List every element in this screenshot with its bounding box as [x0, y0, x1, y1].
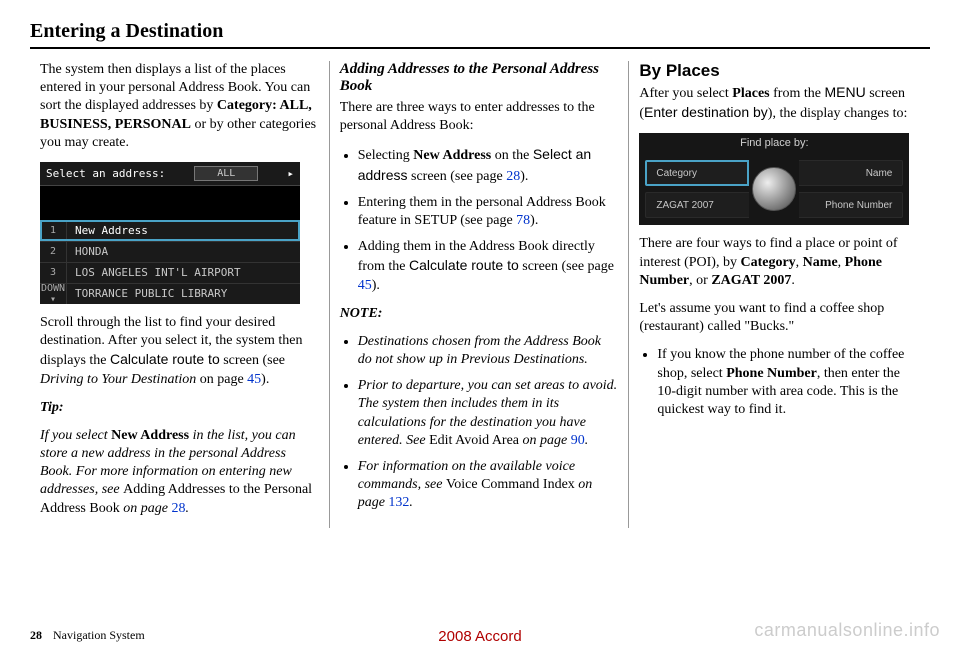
find-place-title: Find place by: — [639, 133, 909, 159]
find-place-screenshot: Find place by: Category Name ZAGAT 2007 … — [639, 133, 909, 225]
col3-p3: Let's assume you want to find a coffee s… — [639, 300, 919, 336]
list-row-3: 3 LOS ANGELES INT'L AIRPORT — [40, 262, 300, 283]
t: from the — [770, 86, 825, 101]
t: . — [185, 501, 189, 516]
t: Calculate route to — [110, 351, 220, 367]
col2-intro: There are three ways to enter addresses … — [340, 99, 619, 135]
t: ). — [261, 372, 269, 387]
col2-bullet-1: Selecting New Address on the Select an a… — [358, 145, 619, 185]
row-label: HONDA — [67, 245, 108, 258]
col3-p1: After you select Places from the MENU sc… — [639, 83, 919, 123]
t: Category — [740, 255, 795, 270]
t: on the — [491, 148, 533, 163]
t: screen (see page — [519, 259, 614, 274]
note-label: NOTE: — [340, 305, 619, 323]
col3-heading: By Places — [639, 61, 919, 81]
page-link[interactable]: 90 — [571, 433, 585, 448]
list-row-2: 2 HONDA — [40, 241, 300, 262]
row-num: 1 — [40, 221, 67, 241]
t: Entering them in the personal Address Bo… — [358, 195, 606, 228]
section-label: Navigation System — [53, 628, 145, 642]
watermark: carmanualsonline.info — [754, 620, 940, 641]
col3-bullet-1: If you know the phone number of the coff… — [657, 346, 919, 419]
note-2: Prior to departure, you can set areas to… — [358, 377, 619, 450]
page-number: 28 — [30, 628, 42, 642]
col1-p1: The system then displays a list of the p… — [40, 61, 319, 152]
name-button: Name — [799, 160, 903, 186]
list-row-1: 1 New Address — [40, 220, 300, 241]
t: ). — [520, 169, 528, 184]
select-address-screenshot: Select an address: ALL ▸ 1 New Address 2… — [40, 162, 300, 304]
t: Phone Number — [726, 366, 817, 381]
select-address-prompt: Select an address: — [46, 167, 165, 180]
t: on page — [120, 501, 172, 516]
t: screen (see page — [408, 169, 507, 184]
t: Enter destination by — [644, 104, 768, 120]
t: screen (see — [220, 353, 285, 368]
t: . — [791, 273, 795, 288]
t: , — [838, 255, 845, 270]
page-link[interactable]: 132 — [388, 495, 409, 510]
t: ). — [372, 278, 380, 293]
column-3: By Places After you select Places from t… — [629, 61, 929, 528]
col1-p2: Scroll through the list to find your des… — [40, 314, 319, 389]
down-icon: DOWN ▾ — [40, 284, 67, 304]
t: , — [796, 255, 803, 270]
t: Voice Command Index — [446, 477, 575, 492]
page-link[interactable]: 28 — [506, 169, 520, 184]
page-title: Entering a Destination — [30, 20, 930, 49]
col2-bullet-3: Adding them in the Address Book directly… — [358, 238, 619, 295]
row-label: LOS ANGELES INT'L AIRPORT — [67, 266, 241, 279]
t: Edit Avoid Area — [429, 433, 519, 448]
row-label: New Address — [67, 224, 148, 237]
t: New Address — [111, 428, 189, 443]
t: Selecting — [358, 148, 414, 163]
blank-input-area — [40, 186, 300, 220]
page-link[interactable]: 45 — [358, 278, 372, 293]
row-num: 3 — [40, 263, 67, 283]
selector-knob-icon — [752, 167, 796, 211]
page-link[interactable]: 45 — [247, 372, 261, 387]
note-3: For information on the available voice c… — [358, 458, 619, 513]
t: , or — [689, 273, 711, 288]
list-row-4: DOWN ▾ TORRANCE PUBLIC LIBRARY — [40, 283, 300, 304]
tip-body: If you select New Address in the list, y… — [40, 427, 319, 518]
phone-number-button: Phone Number — [799, 192, 903, 218]
t: MENU — [824, 84, 865, 100]
tip-label: Tip: — [40, 399, 319, 417]
row-num: 2 — [40, 242, 67, 262]
row-label: TORRANCE PUBLIC LIBRARY — [67, 287, 227, 300]
model-year: 2008 Accord — [438, 628, 521, 645]
col2-bullet-2: Entering them in the personal Address Bo… — [358, 194, 619, 230]
t: on page — [196, 372, 247, 387]
note-1: Destinations chosen from the Address Boo… — [358, 333, 619, 369]
category-button: Category — [645, 160, 749, 186]
col3-p2: There are four ways to find a place or p… — [639, 235, 919, 290]
t: Driving to Your Destination — [40, 372, 196, 387]
page-link[interactable]: 78 — [516, 213, 530, 228]
t: Name — [803, 255, 838, 270]
t: If you select — [40, 428, 111, 443]
t: After you select — [639, 86, 732, 101]
right-arrow-icon: ▸ — [287, 167, 294, 180]
t: Calculate route to — [409, 257, 519, 273]
column-2: Adding Addresses to the Personal Address… — [330, 61, 630, 528]
t: . — [585, 433, 589, 448]
t: ZAGAT 2007 — [711, 273, 791, 288]
t: Places — [732, 86, 769, 101]
page-link[interactable]: 28 — [171, 501, 185, 516]
column-1: The system then displays a list of the p… — [30, 61, 330, 528]
t: ), the display changes to: — [768, 106, 908, 121]
zagat-button: ZAGAT 2007 — [645, 192, 749, 218]
t: ). — [530, 213, 538, 228]
category-badge: ALL — [194, 166, 258, 181]
t: New Address — [413, 148, 491, 163]
t: on page — [519, 433, 571, 448]
t: . — [409, 495, 413, 510]
col2-heading: Adding Addresses to the Personal Address… — [340, 61, 619, 95]
